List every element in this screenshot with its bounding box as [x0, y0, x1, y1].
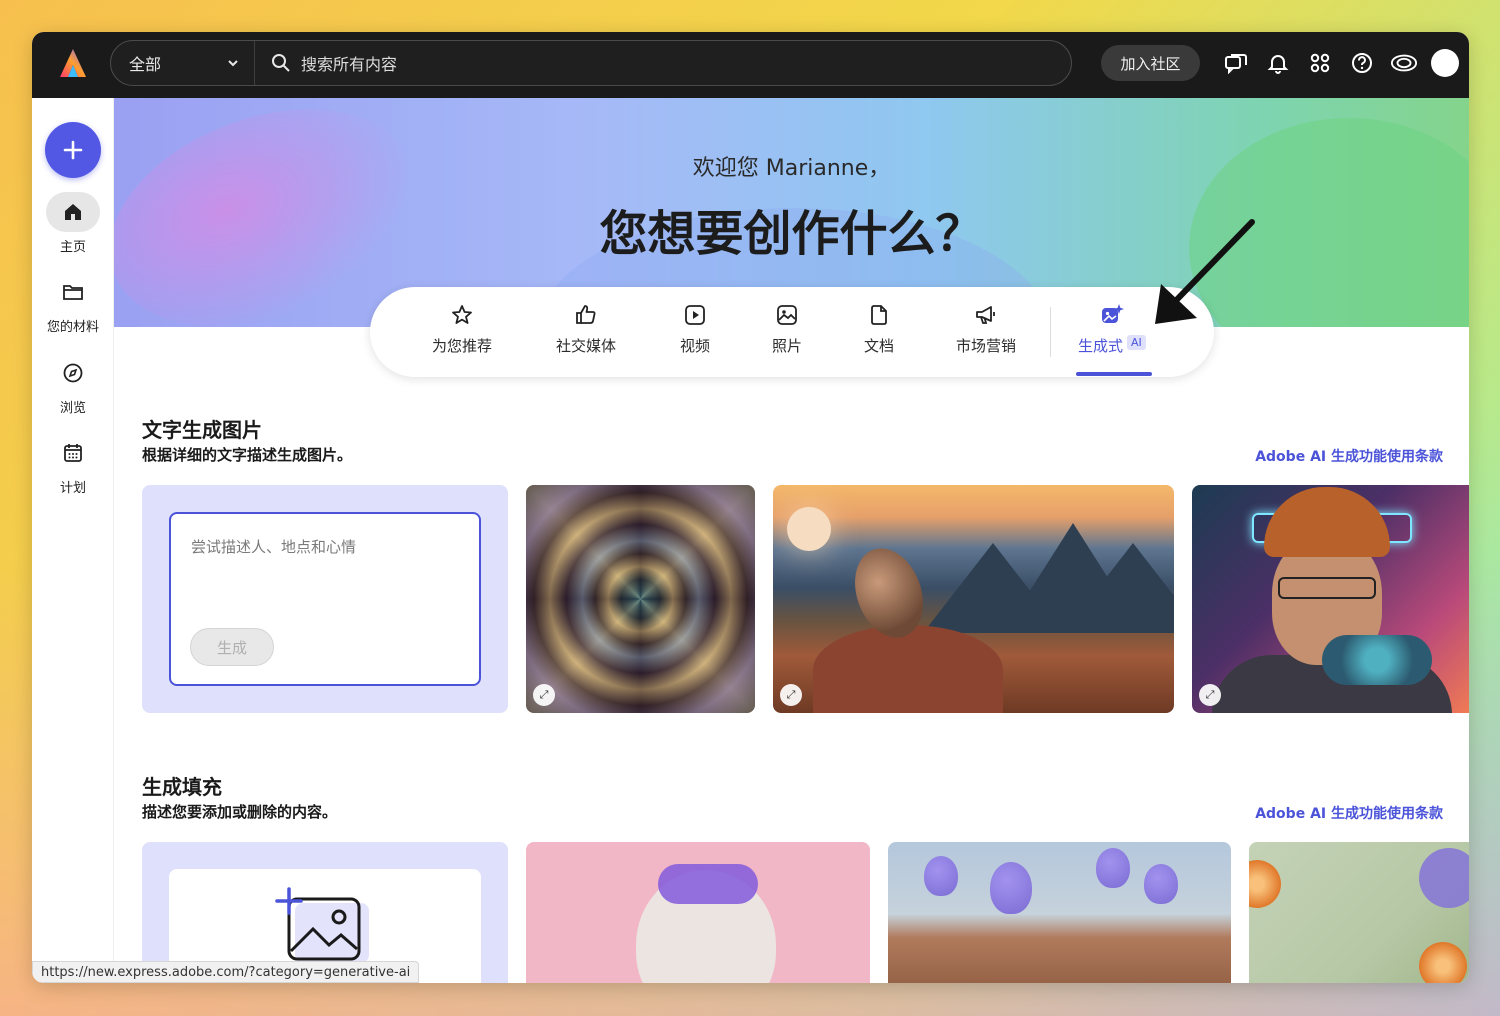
tab-photo[interactable]: 照片 [772, 301, 802, 356]
image-balloon [924, 856, 958, 896]
tab-document[interactable]: 文档 [864, 301, 894, 356]
sparkle-image-icon [1099, 301, 1125, 329]
create-new-button[interactable] [45, 122, 101, 178]
tab-label: 社交媒体 [556, 337, 617, 355]
sample-image-desert-seed[interactable]: ⤢ [773, 485, 1174, 713]
megaphone-icon [974, 301, 998, 329]
section-subtitle: 根据详细的文字描述生成图片。 [142, 446, 353, 464]
status-bar-url: https://new.express.adobe.com/?category=… [32, 961, 420, 983]
search-bar: 全部 搜索所有内容 [110, 40, 1072, 86]
image-orange [1419, 942, 1467, 983]
search-input[interactable]: 搜索所有内容 [255, 51, 1071, 75]
folder-icon [46, 272, 100, 312]
tab-social-media[interactable]: 社交媒体 [556, 301, 616, 356]
search-icon [272, 54, 290, 72]
tab-label: 为您推荐 [432, 337, 493, 355]
image-mask [1419, 848, 1469, 908]
image-sun [787, 507, 831, 551]
chat-icon[interactable] [1222, 49, 1250, 77]
chevron-down-icon [228, 60, 238, 67]
sample-image-balloons[interactable] [888, 842, 1231, 983]
image-mountain [1063, 543, 1174, 633]
adobe-express-logo[interactable] [56, 46, 90, 80]
join-community-button[interactable]: 加入社区 [1101, 45, 1200, 81]
expand-icon[interactable]: ⤢ [533, 684, 555, 706]
rail-item-label: 计划 [59, 481, 86, 496]
image-pattern [526, 485, 755, 713]
tab-label: 视频 [680, 337, 711, 355]
rail-item-your-stuff[interactable]: 您的材料 [32, 272, 114, 335]
sample-image-cat-bow[interactable] [526, 842, 870, 983]
sample-image-portrait[interactable]: ⤢ [1192, 485, 1469, 713]
image-scarf [1322, 635, 1432, 685]
section-title-generative-fill: 生成填充 [142, 775, 222, 799]
image-icon [775, 301, 799, 329]
star-icon [450, 301, 474, 329]
tab-divider [1050, 307, 1051, 357]
top-bar: 全部 搜索所有内容 加入社区 [32, 32, 1469, 98]
apps-grid-icon[interactable] [1306, 49, 1334, 77]
section-subtitle: 描述您要添加或删除的内容。 [142, 803, 338, 821]
rail-item-label: 主页 [59, 240, 86, 255]
image-balloon [990, 862, 1032, 914]
expand-icon[interactable]: ⤢ [780, 684, 802, 706]
tab-marketing[interactable]: 市场营销 [956, 301, 1016, 356]
tab-label: 文档 [864, 337, 895, 355]
rail-item-label: 浏览 [59, 401, 86, 416]
play-icon [683, 301, 707, 329]
image-beanie [1264, 487, 1390, 557]
thumbs-up-icon [574, 301, 598, 329]
add-image-icon [275, 887, 369, 963]
browser-window: 全部 搜索所有内容 加入社区 主页 您的材料 浏览 计划 欢迎您 Mariann… [32, 32, 1469, 983]
compass-icon [46, 353, 100, 393]
user-avatar[interactable] [1431, 49, 1459, 77]
tab-label: 市场营销 [956, 337, 1017, 355]
active-tab-indicator [1076, 372, 1152, 376]
home-icon [46, 192, 100, 232]
top-icon-group [1222, 49, 1418, 77]
ai-terms-link[interactable]: Adobe AI 生成功能使用条款 [1255, 446, 1443, 466]
rail-item-label: 您的材料 [46, 320, 99, 335]
ai-terms-link[interactable]: Adobe AI 生成功能使用条款 [1255, 803, 1443, 823]
image-balloon [1096, 848, 1130, 888]
image-bow [658, 864, 758, 904]
hero-title: 您想要创作什么？ [599, 206, 984, 262]
tab-label: 照片 [772, 337, 803, 355]
sample-image-produce[interactable] [1249, 842, 1469, 983]
ai-badge: AI [1127, 335, 1146, 350]
help-icon[interactable] [1348, 49, 1376, 77]
rail-item-schedule[interactable]: 计划 [32, 433, 114, 496]
bell-icon[interactable] [1264, 49, 1292, 77]
prompt-card: 尝试描述人、地点和心情 生成 [142, 485, 508, 713]
tab-generative-ai[interactable]: 生成式 AI [1078, 301, 1146, 356]
rail-item-browse[interactable]: 浏览 [32, 353, 114, 416]
expand-icon[interactable]: ⤢ [1199, 684, 1221, 706]
creative-cloud-icon[interactable] [1390, 49, 1418, 77]
image-mound [813, 625, 1003, 713]
document-icon [867, 301, 891, 329]
rail-item-home[interactable]: 主页 [32, 192, 114, 255]
left-rail: 主页 您的材料 浏览 计划 [32, 98, 114, 983]
search-scope-dropdown[interactable]: 全部 [111, 41, 255, 85]
tab-label: 生成式 AI [1078, 335, 1146, 356]
prompt-input[interactable]: 尝试描述人、地点和心情 生成 [169, 512, 481, 686]
generate-button[interactable]: 生成 [190, 628, 274, 666]
tab-recommended[interactable]: 为您推荐 [432, 301, 492, 356]
plus-icon [63, 140, 83, 160]
welcome-text: 欢迎您 Marianne， [692, 156, 891, 181]
category-tabs: 为您推荐 社交媒体 视频 照片 文档 市场营销 生成式 AI [370, 287, 1214, 377]
sample-image-kaleidoscope[interactable]: ⤢ [526, 485, 755, 713]
prompt-placeholder: 尝试描述人、地点和心情 [191, 538, 357, 556]
image-orange [1249, 860, 1281, 908]
search-placeholder: 搜索所有内容 [301, 55, 398, 74]
section-title-text-to-image: 文字生成图片 [142, 418, 262, 442]
tab-video[interactable]: 视频 [680, 301, 710, 356]
image-glasses [1278, 577, 1376, 599]
image-balloon [1144, 864, 1178, 904]
calendar-icon [46, 433, 100, 473]
search-scope-label: 全部 [129, 55, 162, 74]
annotation-arrow-icon [1155, 219, 1255, 324]
